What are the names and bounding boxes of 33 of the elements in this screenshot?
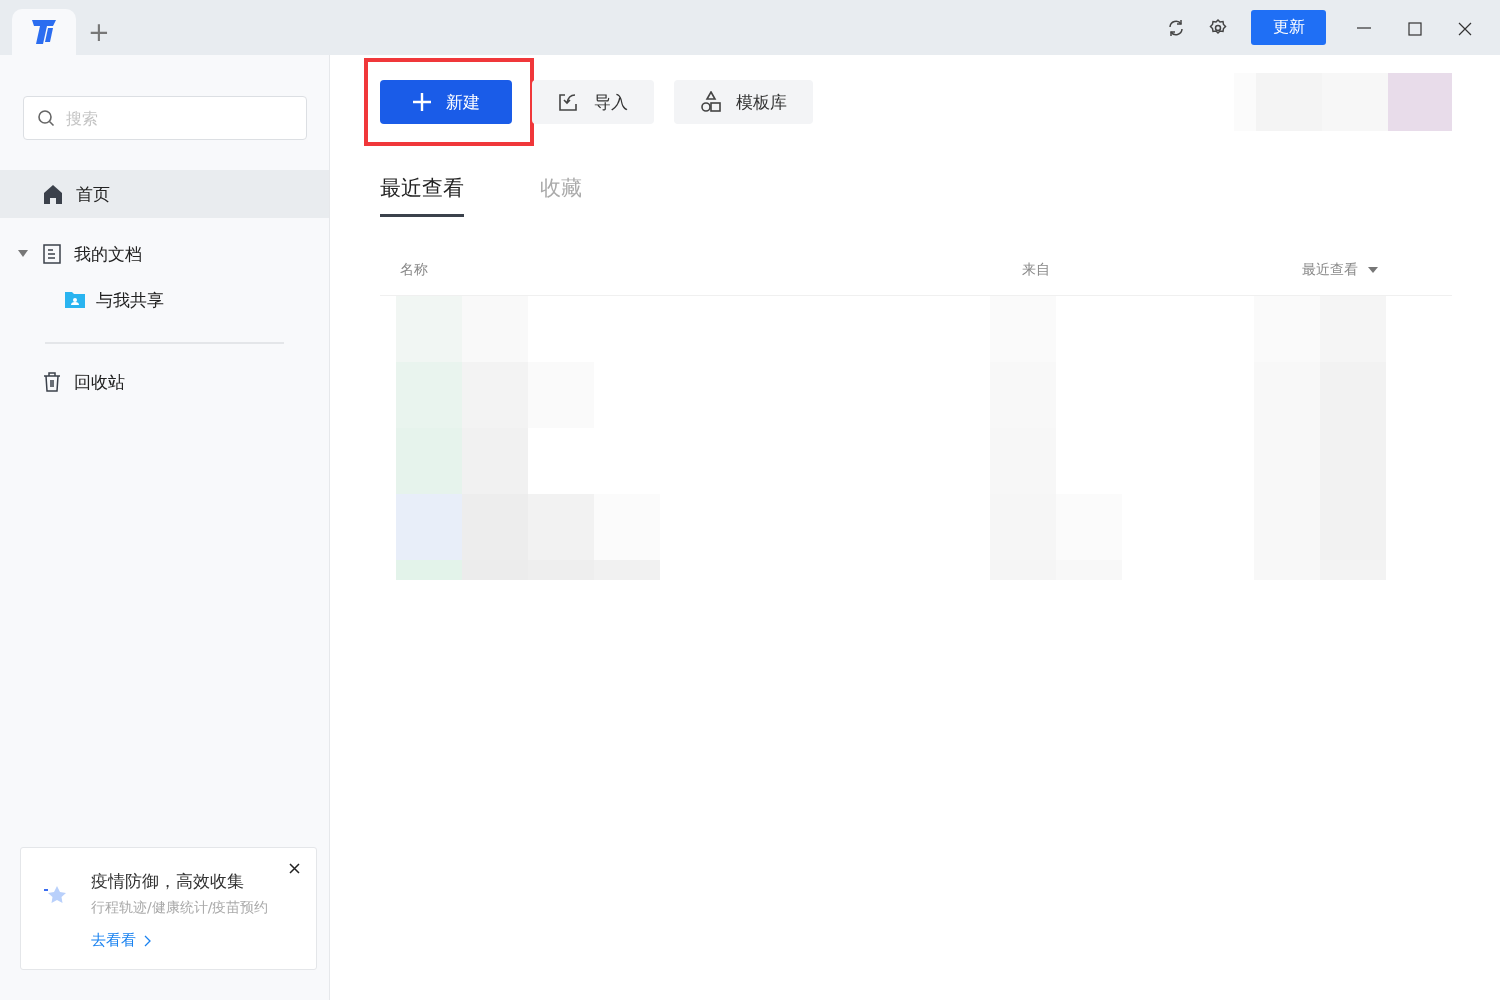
- nav-item[interactable]: 与我共享: [0, 276, 329, 324]
- maximize-icon[interactable]: [1408, 22, 1422, 36]
- home-icon: [42, 183, 64, 205]
- chevron-icon: [144, 934, 152, 947]
- promo-link[interactable]: 去看看: [91, 931, 269, 950]
- promo-subtitle: 行程轨迹/健康统计/疫苗预约: [91, 899, 269, 917]
- tab[interactable]: 最近查看: [380, 174, 464, 217]
- close-icon[interactable]: [1458, 22, 1472, 36]
- update-button[interactable]: 更新: [1251, 10, 1326, 45]
- promo-title: 疫情防御，高效收集: [91, 870, 245, 893]
- shapes-icon: [700, 91, 722, 113]
- app-tab[interactable]: [12, 9, 76, 55]
- search-field[interactable]: 搜索: [23, 96, 307, 140]
- sync-icon[interactable]: [1166, 18, 1186, 38]
- nav-item[interactable]: 回收站: [0, 358, 329, 406]
- toolbar-button[interactable]: 模板库: [674, 80, 813, 124]
- shared-folder-icon: [64, 291, 86, 309]
- trash-icon: [42, 371, 62, 393]
- column-header[interactable]: 来自: [1022, 261, 1050, 279]
- nav-item[interactable]: 首页: [0, 170, 329, 218]
- search-icon: [37, 109, 55, 127]
- close-icon[interactable]: [289, 863, 300, 874]
- caret-icon[interactable]: [18, 250, 28, 258]
- plus-icon: [412, 92, 432, 112]
- toolbar-button[interactable]: 新建: [380, 80, 512, 124]
- import-icon: [558, 92, 580, 112]
- toolbar-button[interactable]: 导入: [532, 80, 654, 124]
- sort-caret-icon[interactable]: [1368, 266, 1378, 274]
- column-header[interactable]: 最近查看: [1302, 261, 1358, 279]
- nav-item[interactable]: 我的文档: [0, 230, 329, 278]
- column-header[interactable]: 名称: [400, 261, 428, 279]
- new-tab-button[interactable]: +: [88, 19, 110, 45]
- document-icon: [42, 243, 62, 265]
